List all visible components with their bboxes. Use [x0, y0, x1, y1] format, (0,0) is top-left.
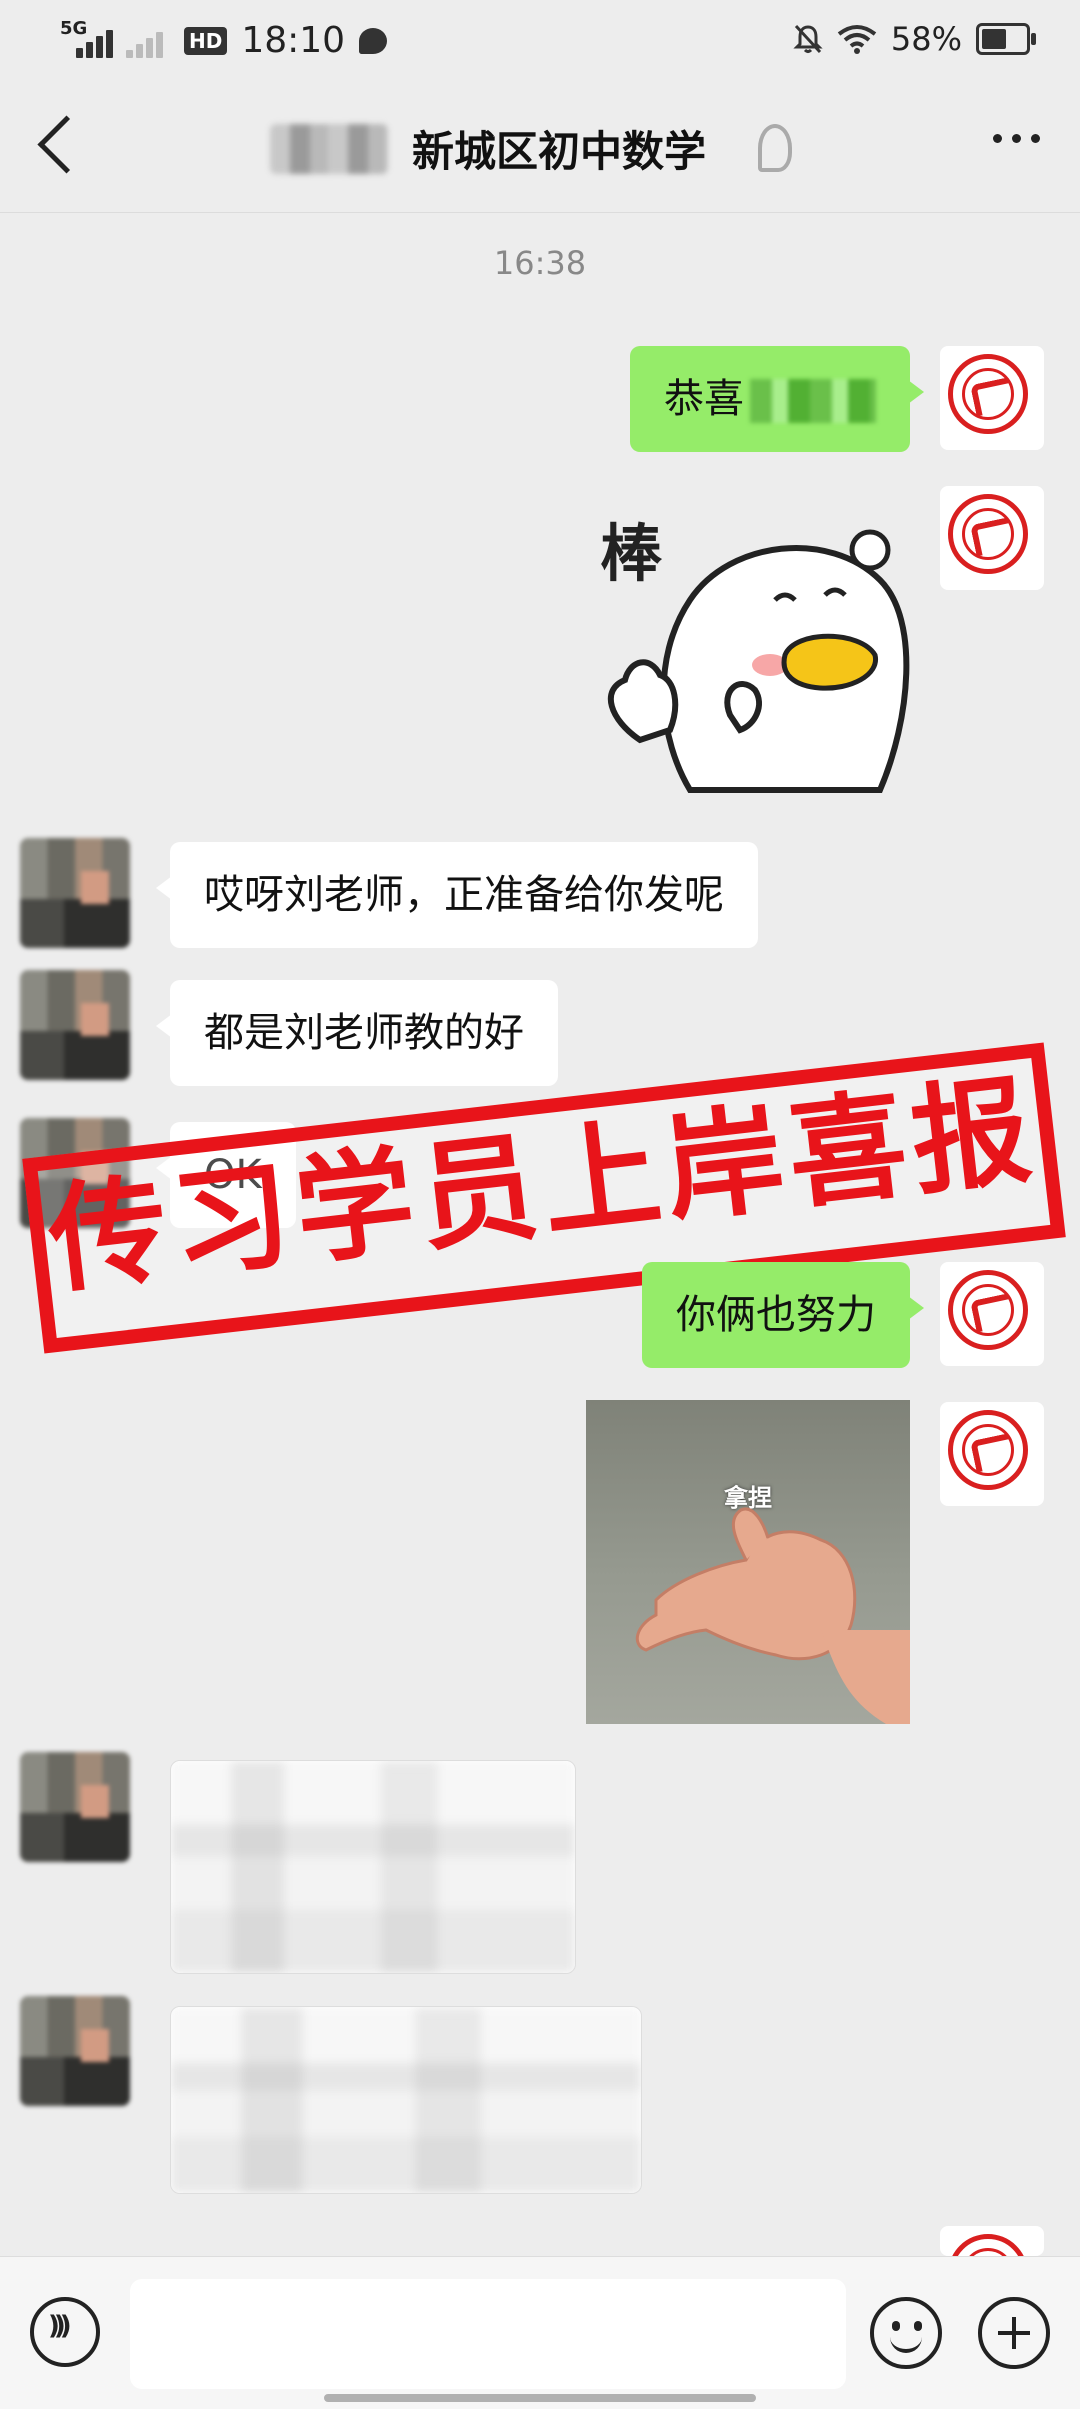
mute-bell-icon: [793, 24, 823, 54]
message-notification-icon: [359, 27, 388, 54]
status-right: 58%: [793, 20, 1036, 58]
back-icon: [37, 115, 96, 174]
back-button[interactable]: [20, 104, 110, 194]
more-button[interactable]: [993, 134, 1040, 143]
hd-icon: HD: [184, 26, 228, 55]
seal-logo-icon: [948, 1270, 1028, 1350]
censored-name: [750, 379, 876, 423]
wifi-icon: [837, 25, 877, 54]
avatar[interactable]: [940, 486, 1044, 590]
seal-logo-icon: [948, 354, 1028, 434]
avatar[interactable]: [940, 1402, 1044, 1506]
avatar[interactable]: [20, 970, 130, 1080]
seal-logo-icon: [948, 2234, 1028, 2256]
voice-icon[interactable]: [30, 2297, 100, 2367]
network-icon: 5G: [60, 18, 113, 58]
message-text: 哎呀刘老师，正准备给你发呢: [204, 872, 724, 918]
duck-sticker-icon: 棒: [600, 517, 910, 793]
message-text: 都是刘老师教的好: [204, 1010, 524, 1056]
message-bubble-received[interactable]: 都是刘老师教的好: [156, 980, 558, 1086]
message-text: 你俩也努力: [676, 1292, 876, 1338]
earpiece-mode-icon: [758, 124, 792, 172]
avatar[interactable]: [940, 1262, 1044, 1366]
emoji-icon[interactable]: [870, 2297, 942, 2369]
avatar[interactable]: [940, 2226, 1044, 2256]
seal-logo-icon: [948, 494, 1028, 574]
seal-logo-icon: [948, 1410, 1028, 1490]
svg-text:棒: 棒: [600, 517, 663, 590]
avatar[interactable]: [20, 1996, 130, 2106]
status-bar: 5G HD 18:10 58%: [0, 0, 1080, 84]
blurred-contact-name: [270, 124, 388, 174]
avatar[interactable]: [20, 1752, 130, 1862]
message-timestamp: 16:38: [493, 244, 587, 282]
more-icon: [993, 134, 1002, 143]
hand-gesture-icon: [635, 1507, 910, 1724]
input-toolbar: [0, 2256, 1080, 2409]
status-left: 5G HD 18:10: [60, 18, 388, 61]
chat-title: 新城区初中数学: [412, 127, 707, 176]
blurred-card-message[interactable]: [170, 1760, 576, 1974]
battery-percent: 58%: [890, 20, 962, 58]
signal-2-icon: [124, 24, 170, 58]
message-input[interactable]: [130, 2279, 846, 2389]
home-indicator[interactable]: [324, 2394, 756, 2402]
status-time: 18:10: [241, 20, 346, 61]
image-message[interactable]: 拿捏: [586, 1400, 910, 1724]
blurred-card-message[interactable]: [170, 2006, 642, 2194]
message-bubble-received[interactable]: 哎呀刘老师，正准备给你发呢: [156, 842, 758, 948]
battery-icon: [976, 23, 1036, 55]
avatar[interactable]: [940, 346, 1044, 450]
chat-header: 新城区初中数学: [0, 84, 1080, 213]
avatar[interactable]: [20, 838, 130, 948]
battery-fill: [982, 29, 1007, 49]
message-text: 恭喜: [664, 376, 744, 422]
message-bubble-sent[interactable]: 你俩也努力: [642, 1262, 924, 1368]
message-bubble-sent[interactable]: 恭喜: [630, 346, 924, 452]
sticker-message[interactable]: 棒: [580, 490, 920, 808]
plus-icon[interactable]: [978, 2297, 1050, 2369]
